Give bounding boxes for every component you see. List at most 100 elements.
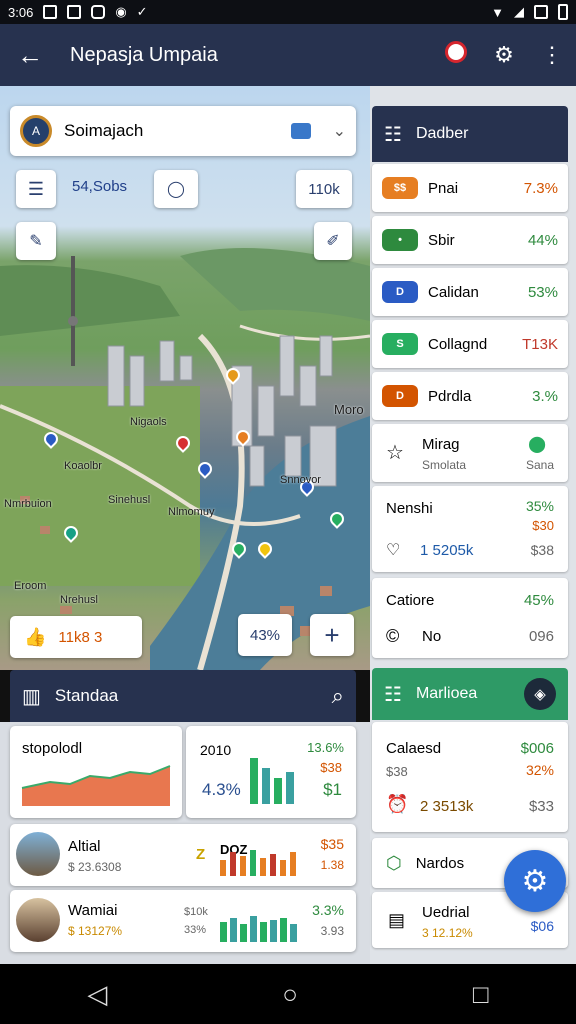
- thumb-chip[interactable]: 👍 11k8 3: [10, 616, 142, 658]
- tile-title: Altial: [68, 838, 101, 855]
- brand-logo: A: [20, 115, 52, 147]
- sim-icon: [534, 5, 548, 19]
- right-sidebar: ☷ Dadber $$ Pnai 7.3% • Sbir 44% D Calid…: [370, 86, 576, 964]
- location-search-card[interactable]: A Soimajach ⌄: [10, 106, 356, 156]
- wifi-icon: ▼: [491, 4, 504, 20]
- bar-chart: [220, 850, 296, 876]
- row-value-2: 096: [528, 628, 554, 645]
- row-title: Mirag: [422, 436, 460, 453]
- percent-chip[interactable]: 43%: [238, 614, 292, 656]
- zoom-level-button[interactable]: 110k: [296, 170, 352, 208]
- sidebar-title: Dadber: [415, 125, 469, 142]
- search-icon[interactable]: ⌕: [332, 683, 344, 709]
- draw-tool-button[interactable]: ✐: [314, 222, 352, 260]
- tile-sub: $ 13127%: [68, 924, 123, 938]
- row-no: No: [422, 628, 442, 645]
- sidebar-row-catiore[interactable]: Catiore 45% © No 096: [372, 578, 568, 658]
- sidebar-green-header: ☷ Marlioea ◈: [372, 668, 568, 720]
- row-value: $06: [530, 918, 554, 934]
- row-value: 3.%: [532, 387, 558, 405]
- mail-icon: [67, 5, 82, 19]
- tile-title: Wamiai: [68, 902, 118, 919]
- back-arrow-icon[interactable]: ←: [0, 40, 60, 71]
- sidebar-row[interactable]: S Collagnd T13K: [372, 320, 568, 368]
- app-bar: ← Nepasja Umpaia ⚙ ⋮: [0, 24, 576, 86]
- row-value-1: 35%: [525, 498, 554, 514]
- more-vert-icon[interactable]: ⋮: [528, 42, 576, 68]
- row-sub: 3 12.12%: [422, 926, 473, 940]
- chevron-down-icon[interactable]: ⌄: [333, 121, 346, 141]
- copyright-icon: ©: [386, 626, 400, 646]
- list-icon: ☷: [384, 123, 402, 146]
- thumb-chip-label: 11k8 3: [58, 628, 103, 646]
- settings-gear-icon[interactable]: ⚙: [480, 42, 528, 68]
- grid-icon: ☷: [384, 683, 402, 706]
- shield-check-icon: ⬡: [386, 852, 402, 873]
- row-amount: 2 3513k: [420, 798, 474, 815]
- edit-pencil-button[interactable]: ✎: [16, 222, 56, 260]
- heart-icon: ♡: [386, 542, 401, 559]
- row-value-2: $30: [532, 518, 554, 533]
- tile-value-2: 1.38: [320, 858, 344, 872]
- battery-icon: [558, 4, 568, 20]
- row-badge-icon: D: [382, 281, 418, 303]
- location-badge-icon[interactable]: [432, 41, 480, 69]
- row-side: Sana: [525, 458, 554, 472]
- thumbs-up-icon: 👍: [24, 626, 47, 647]
- row-value-2: 32%: [525, 762, 554, 778]
- tile-value-2: 4.3%: [202, 780, 241, 799]
- camera-icon[interactable]: [290, 123, 311, 139]
- sidebar-row[interactable]: • Sbir 44%: [372, 216, 568, 264]
- map-label: Nmrbuion: [4, 498, 52, 510]
- app-title: Nepasja Umpaia: [70, 43, 218, 66]
- row-value-3: $33: [528, 798, 554, 815]
- locate-button[interactable]: ◯: [154, 170, 198, 208]
- shield-icon[interactable]: ◈: [524, 678, 556, 710]
- back-nav-icon[interactable]: ◁: [87, 979, 107, 1010]
- row-badge-icon: D: [382, 385, 418, 407]
- map-label: Nigaols: [130, 416, 167, 428]
- list-tile-altial[interactable]: Altial $ 23.6308 Z DOZ $35 1.38: [10, 824, 356, 886]
- row-title: Nardos: [415, 854, 465, 872]
- list-tile-wamiai[interactable]: Wamiai $ 13127% $10k 33% 3.3% 3.93: [10, 890, 356, 952]
- stats-panel-header: ▥ Standaa ⌕: [10, 670, 356, 722]
- row-label: Pnai: [428, 179, 459, 197]
- bar-chart: [220, 916, 297, 942]
- signal-icon: ◢: [514, 4, 524, 19]
- bar-chart-tile[interactable]: 2010 13.6% 4.3% $38 $1: [186, 726, 356, 818]
- row-title: Uedrial: [422, 904, 470, 921]
- recents-nav-icon[interactable]: □: [473, 979, 489, 1010]
- row-badge-icon: $$: [382, 177, 418, 199]
- tile-value-2: 3.93: [320, 924, 344, 938]
- home-nav-icon[interactable]: ○: [282, 979, 298, 1010]
- panel-title: Standaa: [54, 686, 119, 705]
- trend-chart-tile[interactable]: stopolodl: [10, 726, 182, 818]
- settings-fab-button[interactable]: ⚙: [504, 850, 566, 912]
- sidebar-row[interactable]: $$ Pnai 7.3%: [372, 164, 568, 212]
- sidebar-row[interactable]: D Pdrdla 3.%: [372, 372, 568, 420]
- row-amount: 1 5205k: [420, 542, 474, 559]
- star-icon: ☆: [386, 442, 404, 464]
- lock-icon: [91, 5, 106, 19]
- row-value-1: $006: [520, 740, 554, 757]
- sidebar-header: ☷ Dadber: [372, 106, 568, 162]
- zoom-in-button[interactable]: +: [310, 614, 354, 656]
- document-icon: ▤: [388, 910, 406, 930]
- bar-chart: [250, 758, 294, 804]
- tile-title: stopolodl: [22, 740, 83, 757]
- row-label: Pdrdla: [428, 387, 472, 405]
- circle-icon: ◉: [115, 4, 127, 19]
- sidebar-row-mirag[interactable]: ☆ Mirag Smolata ⬤ Sana: [372, 424, 568, 482]
- price-label: 54,Sobs: [72, 178, 128, 195]
- sidebar-row[interactable]: D Calidan 53%: [372, 268, 568, 316]
- green-header-title: Marlioea: [415, 685, 478, 702]
- row-title: Calaesd: [386, 740, 442, 757]
- row-label: Collagnd: [428, 335, 488, 353]
- row-value: 44%: [527, 231, 558, 249]
- image-icon: [43, 5, 58, 19]
- row-s: $38: [386, 764, 408, 779]
- sidebar-row-calaesd[interactable]: Calaesd $006 $38 32% ⏰ 2 3513k $33: [372, 722, 568, 832]
- list-menu-button[interactable]: ☰: [16, 170, 56, 208]
- tile-label-2: 33%: [184, 924, 207, 936]
- sidebar-row-nenshi[interactable]: Nenshi 35% $30 ♡ 1 5205k $38: [372, 486, 568, 572]
